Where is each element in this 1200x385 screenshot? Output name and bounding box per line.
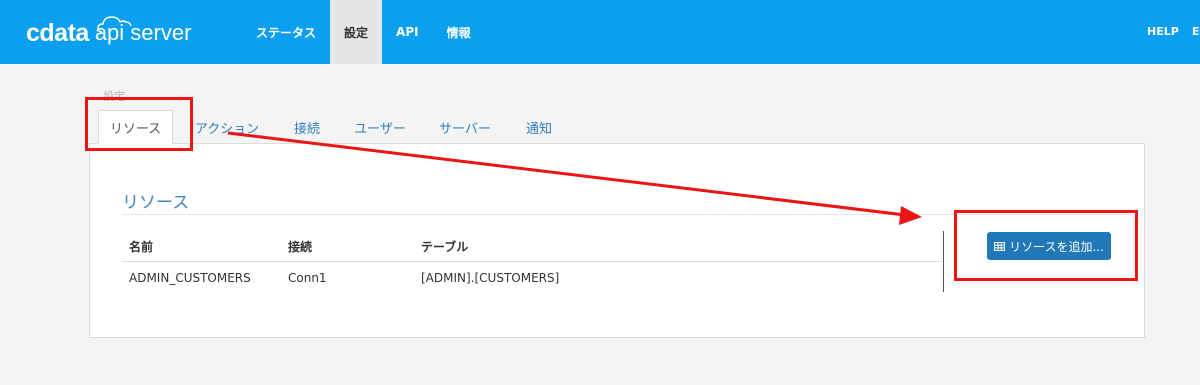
tab-actions[interactable]: アクション bbox=[187, 110, 267, 144]
vertical-divider bbox=[943, 231, 944, 292]
nav-item-status[interactable]: ステータス bbox=[242, 0, 330, 64]
overflow-menu-item[interactable]: E bbox=[1192, 25, 1200, 38]
tab-connections[interactable]: 接続 bbox=[282, 110, 332, 144]
column-header-name[interactable]: 名前 bbox=[129, 238, 153, 255]
cell-resource-name[interactable]: ADMIN_CUSTOMERS bbox=[129, 271, 251, 285]
annotation-box-add-button bbox=[954, 210, 1138, 281]
cdata-api-server-logo[interactable]: cdata api server bbox=[26, 16, 191, 48]
logo-main-text: cdata bbox=[26, 18, 89, 47]
main-nav: ステータス 設定 API 情報 bbox=[242, 0, 485, 64]
column-header-table[interactable]: テーブル bbox=[421, 238, 468, 255]
cloud-icon bbox=[97, 16, 132, 33]
cell-connection: Conn1 bbox=[288, 271, 327, 285]
nav-item-settings[interactable]: 設定 bbox=[330, 0, 383, 64]
nav-item-info[interactable]: 情報 bbox=[433, 0, 485, 64]
tab-server[interactable]: サーバー bbox=[430, 110, 500, 144]
tab-users[interactable]: ユーザー bbox=[346, 110, 414, 144]
top-navigation-bar: cdata api server ステータス 設定 API 情報 HELP E bbox=[0, 0, 1200, 64]
table-header-divider bbox=[122, 261, 942, 262]
cell-table: [ADMIN].[CUSTOMERS] bbox=[421, 271, 560, 285]
column-header-connection[interactable]: 接続 bbox=[288, 238, 312, 255]
tab-resources[interactable]: リソース bbox=[98, 110, 173, 144]
panel-title: リソース bbox=[122, 193, 190, 213]
help-link[interactable]: HELP bbox=[1147, 25, 1179, 38]
nav-item-api[interactable]: API bbox=[382, 0, 433, 64]
tab-notifications[interactable]: 通知 bbox=[516, 110, 562, 144]
